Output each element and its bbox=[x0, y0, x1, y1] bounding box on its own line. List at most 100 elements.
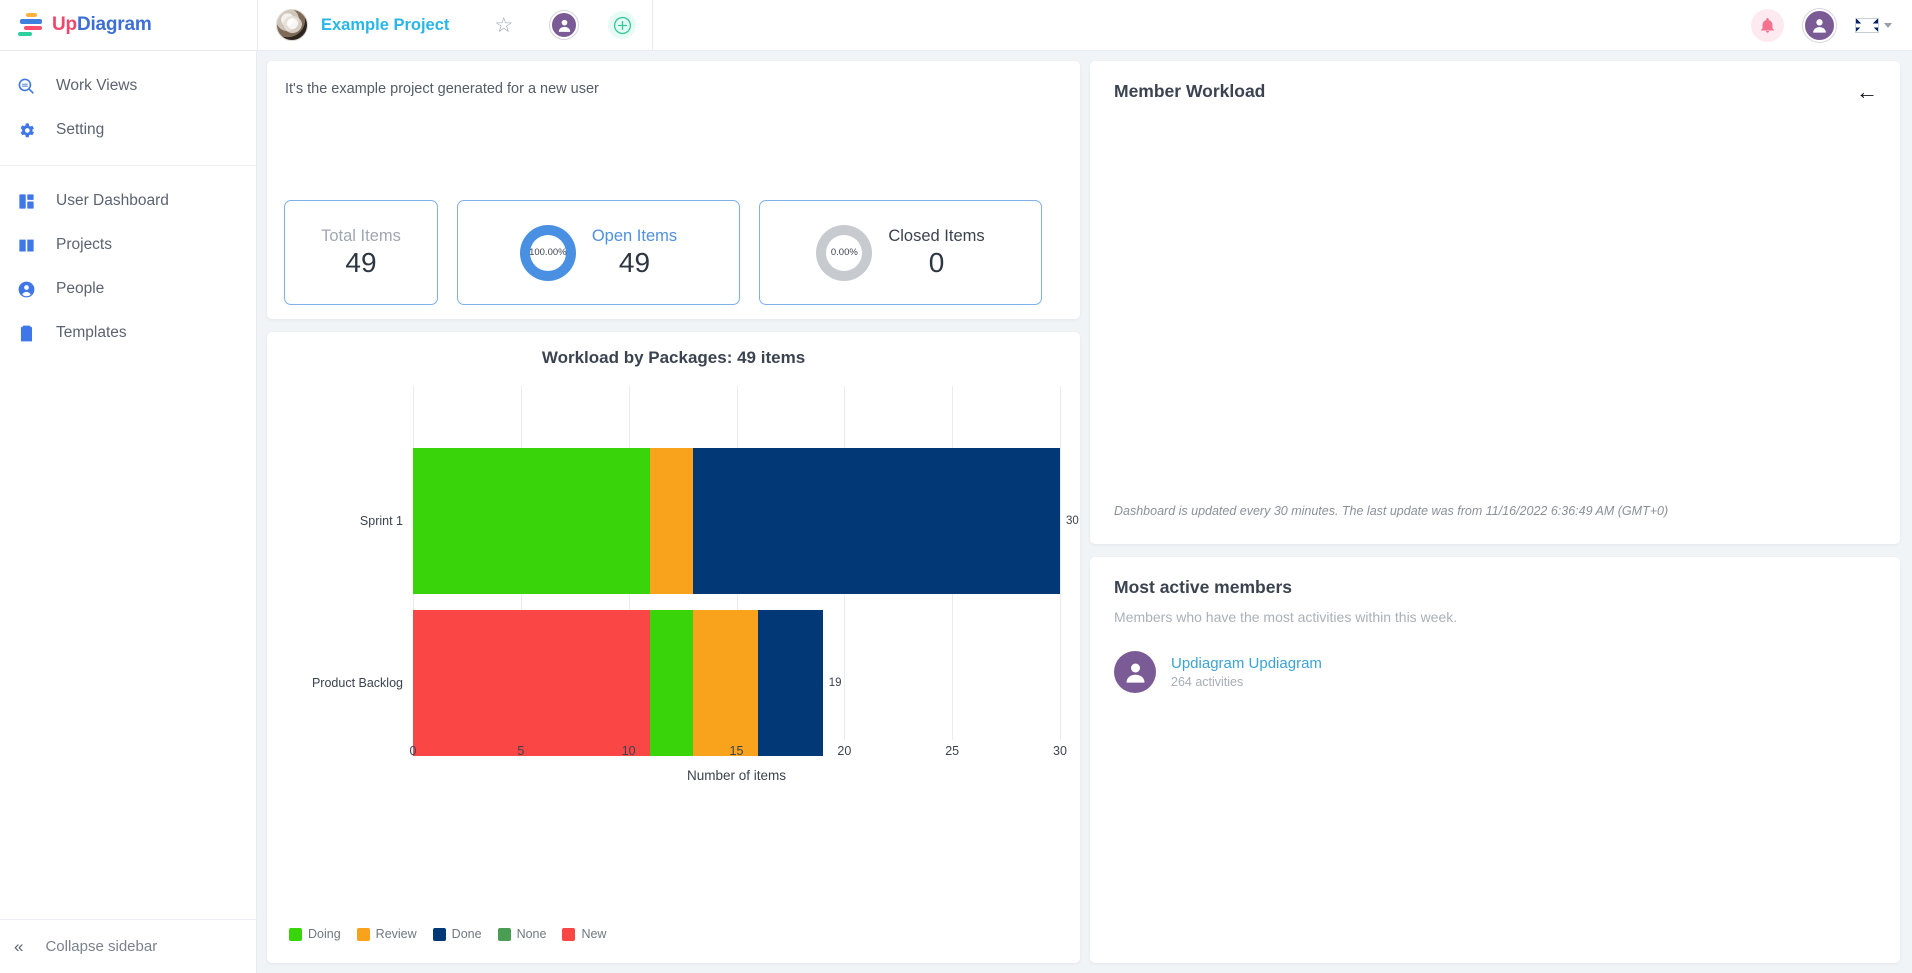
stat-title: Open Items bbox=[591, 226, 678, 245]
chart-bar-segment-doing[interactable] bbox=[650, 610, 694, 756]
chart-x-tick-label: 5 bbox=[517, 744, 525, 758]
plus-circle-icon[interactable] bbox=[608, 11, 637, 39]
chart-legend-item[interactable]: None bbox=[497, 927, 546, 941]
chart-legend-swatch bbox=[356, 927, 370, 941]
chart-bar[interactable] bbox=[413, 448, 1060, 594]
closed-items-donut: 0.00% bbox=[816, 224, 873, 281]
stat-value: 0 bbox=[928, 246, 945, 278]
sidebar-group-tools: Work Views Setting bbox=[0, 51, 256, 165]
chart-x-axis-ticks: 0 5 10 15 20 25 30 bbox=[409, 744, 1067, 764]
uk-flag-icon bbox=[1855, 17, 1879, 33]
chart-legend-swatch bbox=[497, 927, 511, 941]
project-avatar bbox=[276, 9, 308, 41]
chart-x-tick-label: 15 bbox=[729, 744, 744, 758]
sidebar-item-label: Templates bbox=[56, 324, 127, 341]
most-active-members-subtitle: Members who have the most activities wit… bbox=[1114, 609, 1458, 625]
dashboard-update-note: Dashboard is updated every 30 minutes. T… bbox=[1114, 504, 1669, 518]
sidebar-item-people[interactable]: People bbox=[0, 267, 256, 311]
sidebar: Work Views Setting User Dashboard Projec… bbox=[0, 51, 257, 973]
chart-legend-label: Review bbox=[375, 927, 417, 941]
project-summary-card: It's the example project generated for a… bbox=[267, 61, 1080, 319]
clipboard-icon bbox=[12, 324, 40, 343]
chart-x-tick-label: 20 bbox=[837, 744, 852, 758]
collapse-sidebar-button[interactable]: « Collapse sidebar bbox=[0, 919, 257, 973]
chart-plot-area: 30 19 bbox=[413, 386, 1079, 756]
chart-legend-swatch bbox=[289, 927, 302, 941]
sidebar-item-label: Work Views bbox=[56, 77, 138, 94]
chart-gridline bbox=[1060, 386, 1061, 740]
collapse-sidebar-label: Collapse sidebar bbox=[45, 938, 158, 955]
most-active-members-panel: Most active members Members who have the… bbox=[1090, 557, 1900, 963]
sidebar-item-templates[interactable]: Templates bbox=[0, 311, 256, 355]
dashboard-grid-icon bbox=[12, 192, 40, 211]
chart-legend: Doing Review Done None New bbox=[289, 927, 606, 941]
chart-y-tick-label: Sprint 1 bbox=[359, 514, 403, 528]
chart-bar-segment-done[interactable] bbox=[693, 448, 1060, 594]
magnifier-icon bbox=[12, 77, 40, 96]
chart-legend-label: Done bbox=[451, 927, 482, 941]
chart-legend-label: New bbox=[581, 927, 607, 941]
closed-items-percent: 0.00% bbox=[830, 247, 858, 258]
chart-x-axis-label: Number of items bbox=[686, 768, 787, 783]
chart-y-tick-label: Product Backlog bbox=[311, 676, 403, 690]
open-items-donut: 100.00% bbox=[519, 224, 576, 281]
member-activity-count: 264 activities bbox=[1171, 675, 1244, 689]
project-header-block: Example Project ☆ bbox=[257, 0, 654, 51]
user-avatar-icon[interactable] bbox=[1803, 8, 1836, 42]
chart-x-tick-label: 0 bbox=[409, 744, 417, 758]
stat-title: Total Items bbox=[321, 226, 401, 245]
chart-legend-label: Doing bbox=[308, 927, 341, 941]
language-selector[interactable] bbox=[1855, 17, 1892, 33]
sidebar-item-setting[interactable]: Setting bbox=[0, 108, 256, 152]
chart-legend-item[interactable]: Doing bbox=[289, 927, 341, 941]
sidebar-item-projects[interactable]: Projects bbox=[0, 223, 256, 267]
top-bar: UpDiagram Example Project ☆ bbox=[0, 0, 1912, 51]
chart-bar-segment-done[interactable] bbox=[758, 610, 823, 756]
chart-legend-item[interactable]: New bbox=[562, 927, 606, 941]
stat-value: 49 bbox=[345, 246, 377, 278]
left-column: It's the example project generated for a… bbox=[267, 61, 1080, 963]
gear-icon bbox=[12, 121, 40, 140]
member-workload-panel: Member Workload ← Dashboard is updated e… bbox=[1090, 61, 1900, 544]
sidebar-item-work-views[interactable]: Work Views bbox=[0, 64, 256, 108]
chart-title: Workload by Packages: 49 items bbox=[541, 348, 806, 367]
chart-plot: Sprint 1 Product Backlog 30 19 0 5 10 15 20 25 3… bbox=[287, 386, 1079, 783]
bell-icon[interactable] bbox=[1751, 8, 1784, 42]
chart-x-tick-label: 30 bbox=[1053, 744, 1067, 758]
logo-text-up: Up bbox=[52, 14, 77, 35]
star-outline-icon[interactable]: ☆ bbox=[494, 15, 513, 36]
stat-card-open-items[interactable]: 100.00% Open Items 49 bbox=[457, 200, 740, 305]
chart-bar-segment-review[interactable] bbox=[650, 448, 694, 594]
sidebar-group-main: User Dashboard Projects People Templates bbox=[0, 165, 256, 368]
app-logo[interactable]: UpDiagram bbox=[0, 0, 257, 51]
arrow-left-icon[interactable]: ← bbox=[1856, 81, 1878, 103]
stats-row: Total Items 49 100.00% Open Items 49 0.0… bbox=[284, 200, 1042, 305]
stat-title: Closed Items bbox=[888, 226, 985, 245]
chart-bar[interactable] bbox=[413, 610, 1060, 756]
chart-x-tick-label: 25 bbox=[945, 744, 960, 758]
right-column: Member Workload ← Dashboard is updated e… bbox=[1090, 61, 1900, 963]
stat-card-closed-items[interactable]: 0.00% Closed Items 0 bbox=[759, 200, 1042, 305]
book-icon bbox=[12, 236, 40, 255]
chart-y-axis: Sprint 1 Product Backlog bbox=[287, 386, 411, 740]
chart-bar-segment-new[interactable] bbox=[413, 610, 651, 756]
topbar-actions bbox=[1751, 8, 1912, 42]
sidebar-item-label: Setting bbox=[56, 121, 105, 138]
user-icon[interactable] bbox=[550, 11, 579, 39]
stat-card-total-items[interactable]: Total Items 49 bbox=[284, 200, 438, 305]
project-name[interactable]: Example Project bbox=[321, 16, 449, 35]
list-item[interactable]: Updiagram Updiagram 264 activities bbox=[1114, 651, 1876, 693]
double-chevron-left-icon: « bbox=[14, 936, 24, 956]
sidebar-item-label: People bbox=[56, 280, 105, 297]
chart-bar-segment-review[interactable] bbox=[693, 610, 759, 756]
chart-legend-item[interactable]: Done bbox=[432, 927, 482, 941]
chart-bar-segment-doing[interactable] bbox=[413, 448, 651, 594]
member-workload-title: Member Workload bbox=[1114, 81, 1266, 101]
sidebar-item-user-dashboard[interactable]: User Dashboard bbox=[0, 179, 256, 223]
chart-x-tick-label: 10 bbox=[621, 744, 636, 758]
open-items-percent: 100.00% bbox=[529, 247, 567, 258]
chart-legend-swatch bbox=[562, 927, 576, 941]
member-name[interactable]: Updiagram Updiagram bbox=[1171, 655, 1322, 672]
chart-bar-total-label: 30 bbox=[1066, 515, 1079, 527]
chart-legend-item[interactable]: Review bbox=[356, 927, 417, 941]
